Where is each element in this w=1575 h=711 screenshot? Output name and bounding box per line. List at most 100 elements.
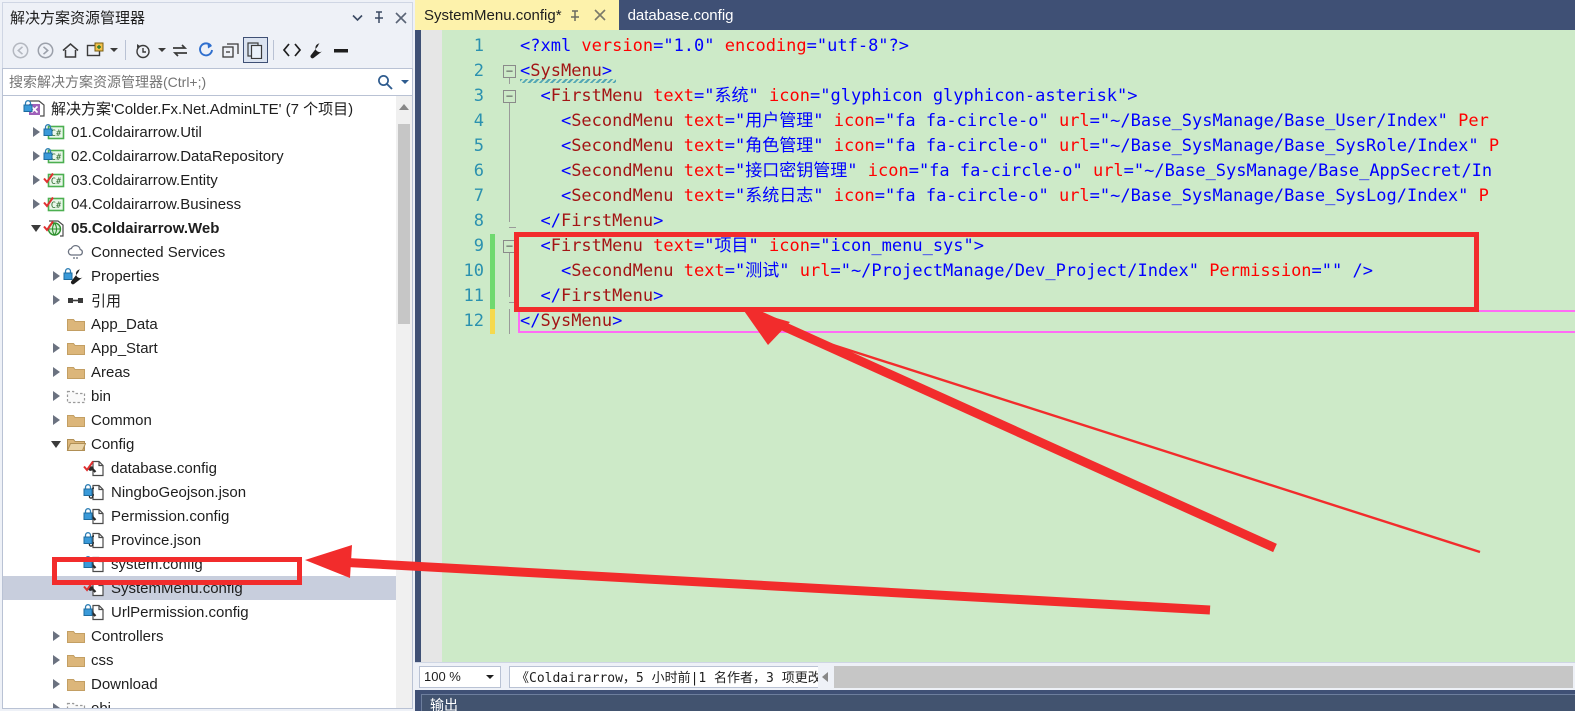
tree-item-properties[interactable]: Properties <box>3 264 396 288</box>
tree-item-urlpermission.config[interactable]: UrlPermission.config <box>3 600 396 624</box>
outlining-margin[interactable] <box>498 309 520 334</box>
git-codelens-info[interactable]: 《Coldairarrow，5 小时前|1 名作者，3 项更改 <box>509 665 828 688</box>
pin-icon[interactable] <box>368 6 390 30</box>
search-dropdown-caret-icon[interactable] <box>398 80 412 84</box>
output-panel-title[interactable]: 输出 <box>421 694 1575 711</box>
tree-item-ningbogeojson.json[interactable]: NingboGeojson.json <box>3 480 396 504</box>
chevron-right-icon[interactable] <box>47 360 65 384</box>
pending-changes-icon[interactable] <box>131 37 156 63</box>
solution-explorer-search[interactable] <box>2 68 413 96</box>
chevron-right-icon[interactable] <box>47 408 65 432</box>
code-line[interactable]: 12 </SysMenu> <box>442 309 1575 334</box>
search-input[interactable] <box>3 73 372 91</box>
tree-item-02.coldairarrow.datarepository[interactable]: C# 02.Coldairarrow.DataRepository <box>3 144 396 168</box>
outlining-margin[interactable]: − <box>498 59 520 84</box>
code-lines[interactable]: 1 <?xml version="1.0" encoding="utf-8"?> 2… <box>442 34 1575 334</box>
back-icon[interactable] <box>8 37 33 63</box>
tree-item-areas[interactable]: Areas <box>3 360 396 384</box>
collapse-box-icon[interactable]: − <box>503 240 516 253</box>
code-line[interactable]: 7 <SecondMenu text="系统日志" icon="fa fa-ci… <box>442 184 1575 209</box>
chevron-right-icon[interactable] <box>47 648 65 672</box>
collapse-box-icon[interactable]: − <box>503 65 516 78</box>
outlining-margin[interactable] <box>498 259 520 284</box>
chevron-right-icon[interactable] <box>47 288 65 312</box>
tree-item-province.json[interactable]: Province.json <box>3 528 396 552</box>
zoom-caret-icon[interactable] <box>486 675 494 679</box>
code-line[interactable]: 5 <SecondMenu text="角色管理" icon="fa fa-ci… <box>442 134 1575 159</box>
tree-item-permission.config[interactable]: Permission.config <box>3 504 396 528</box>
tree-item-bin[interactable]: bin <box>3 384 396 408</box>
outlining-margin[interactable]: − <box>498 84 520 109</box>
code-line[interactable]: 4 <SecondMenu text="用户管理" icon="fa fa-ci… <box>442 109 1575 134</box>
tree-item-03.coldairarrow.entity[interactable]: C# 03.Coldairarrow.Entity <box>3 168 396 192</box>
dropdown-icon[interactable] <box>346 6 368 30</box>
tree-item-01.coldairarrow.util[interactable]: C# 01.Coldairarrow.Util <box>3 120 396 144</box>
pending-caret-icon[interactable] <box>156 37 168 63</box>
search-icon[interactable] <box>372 74 398 90</box>
code-line[interactable]: 8 </FirstMenu> <box>442 209 1575 234</box>
tree-vertical-scrollbar[interactable] <box>396 96 412 708</box>
outlining-margin[interactable] <box>498 34 520 59</box>
show-all-files-icon[interactable] <box>243 37 268 63</box>
chevron-right-icon[interactable] <box>47 672 65 696</box>
properties-icon[interactable] <box>304 37 329 63</box>
zoom-level-selector[interactable]: 100 % <box>419 665 501 688</box>
editor-horizontal-scrollbar[interactable] <box>817 665 1573 688</box>
refresh-icon[interactable] <box>193 37 218 63</box>
code-line[interactable]: 10 <SecondMenu text="测试" url="~/ProjectM… <box>442 259 1575 284</box>
tree-item-[interactable]: 引用 <box>3 288 396 312</box>
tree-item-database.config[interactable]: database.config <box>3 456 396 480</box>
tree-item-app_data[interactable]: App_Data <box>3 312 396 336</box>
outlining-margin[interactable] <box>498 184 520 209</box>
tree-item-connectedservices[interactable]: Connected Services <box>3 240 396 264</box>
code-line[interactable]: 3 − <FirstMenu text="系统" icon="glyphicon … <box>442 84 1575 109</box>
scroll-up-arrow-icon[interactable] <box>396 98 412 116</box>
tree-item-config[interactable]: Config <box>3 432 396 456</box>
tab-pin-icon[interactable] <box>566 5 586 25</box>
code-line[interactable]: 6 <SecondMenu text="接口密钥管理" icon="fa fa-… <box>442 159 1575 184</box>
chevron-right-icon[interactable] <box>47 384 65 408</box>
home-icon[interactable] <box>58 37 83 63</box>
editor-tab-database.config[interactable]: database.config <box>618 0 743 30</box>
chevron-right-icon[interactable] <box>47 336 65 360</box>
code-line[interactable]: 11 </FirstMenu> <box>442 284 1575 309</box>
tree-item-app_start[interactable]: App_Start <box>3 336 396 360</box>
code-line[interactable]: 2− <SysMenu> <box>442 59 1575 84</box>
tree-item-05.coldairarrow.web[interactable]: 05.Coldairarrow.Web <box>3 216 396 240</box>
code-editor[interactable]: 1 <?xml version="1.0" encoding="utf-8"?> 2… <box>415 30 1575 662</box>
sync-icon[interactable] <box>168 37 193 63</box>
collapse-all-icon[interactable] <box>218 37 243 63</box>
solution-tree[interactable]: 解决方案'Colder.Fx.Net.AdminLTE' (7 个项目) C# 01… <box>2 96 413 709</box>
collapse-box-icon[interactable]: − <box>503 90 516 103</box>
tree-item-download[interactable]: Download <box>3 672 396 696</box>
tree-item-css[interactable]: css <box>3 648 396 672</box>
scroll-left-arrow-icon[interactable] <box>817 665 832 688</box>
scrollbar-thumb[interactable] <box>398 124 410 324</box>
new-folder-caret-icon[interactable] <box>108 37 120 63</box>
tree-item-controllers[interactable]: Controllers <box>3 624 396 648</box>
outlining-margin[interactable] <box>498 284 520 309</box>
code-line[interactable]: 9 − <FirstMenu text="项目" icon="icon_menu_… <box>442 234 1575 259</box>
view-code-icon[interactable] <box>279 37 304 63</box>
outlining-margin[interactable] <box>498 209 520 234</box>
outlining-margin[interactable] <box>498 159 520 184</box>
tree-item-colder.fx.net.adminlte7[interactable]: 解决方案'Colder.Fx.Net.AdminLTE' (7 个项目) <box>3 96 396 120</box>
forward-icon[interactable] <box>33 37 58 63</box>
editor-tab-systemmenu.config[interactable]: SystemMenu.config* <box>415 0 619 30</box>
chevron-right-icon[interactable] <box>47 624 65 648</box>
editor-indicator-margin[interactable] <box>421 30 442 662</box>
tree-item-common[interactable]: Common <box>3 408 396 432</box>
outlining-margin[interactable] <box>498 109 520 134</box>
tree-item-obj[interactable]: obj <box>3 696 396 708</box>
code-line[interactable]: 1 <?xml version="1.0" encoding="utf-8"?> <box>442 34 1575 59</box>
tree-item-04.coldairarrow.business[interactable]: C# 04.Coldairarrow.Business <box>3 192 396 216</box>
line-number: 10 <box>463 261 484 281</box>
new-folder-icon[interactable] <box>83 37 108 63</box>
close-icon[interactable] <box>390 6 412 30</box>
chevron-right-icon[interactable] <box>47 696 65 708</box>
preview-icon[interactable] <box>329 37 354 63</box>
tab-close-icon[interactable] <box>590 5 610 25</box>
outlining-margin[interactable] <box>498 134 520 159</box>
outlining-margin[interactable]: − <box>498 234 520 259</box>
chevron-down-icon[interactable] <box>47 432 65 456</box>
